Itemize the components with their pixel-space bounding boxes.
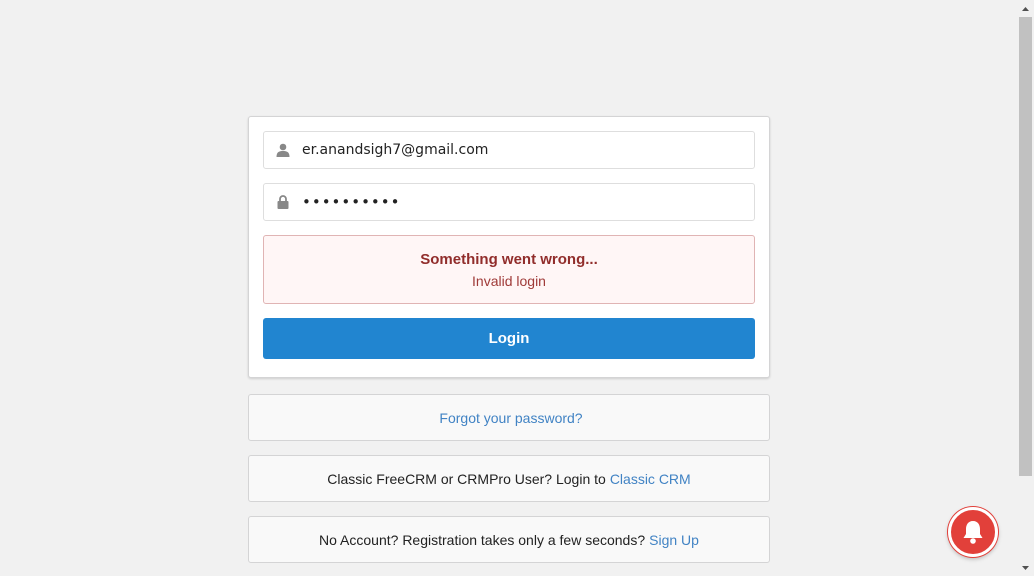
- classic-prompt: Classic FreeCRM or CRMPro User? Login to: [327, 470, 606, 487]
- bell-icon: [963, 521, 983, 544]
- notification-bell-button[interactable]: [948, 507, 998, 557]
- login-card: er.anandsigh7@gmail.com •••••••••• Somet…: [248, 116, 770, 378]
- scroll-down-arrow-icon[interactable]: [1017, 559, 1034, 576]
- email-field[interactable]: er.anandsigh7@gmail.com: [263, 131, 755, 169]
- password-value: ••••••••••: [302, 193, 401, 211]
- signup-link[interactable]: Sign Up: [649, 532, 699, 548]
- scroll-up-arrow-icon[interactable]: [1017, 0, 1034, 17]
- classic-crm-link[interactable]: Classic CRM: [610, 471, 691, 487]
- password-field[interactable]: ••••••••••: [263, 183, 755, 221]
- signup-segment: No Account? Registration takes only a fe…: [248, 516, 770, 563]
- vertical-scrollbar[interactable]: [1017, 0, 1034, 576]
- forgot-password-link[interactable]: Forgot your password?: [439, 410, 582, 426]
- scrollbar-thumb[interactable]: [1019, 17, 1032, 476]
- error-title: Something went wrong...: [420, 251, 598, 268]
- lock-icon: [264, 184, 302, 220]
- email-value: er.anandsigh7@gmail.com: [302, 142, 489, 158]
- error-message: Invalid login: [472, 273, 546, 289]
- signup-prompt: No Account? Registration takes only a fe…: [319, 531, 646, 548]
- user-icon: [264, 132, 302, 168]
- error-message-box: Something went wrong... Invalid login: [263, 235, 755, 304]
- classic-crm-segment: Classic FreeCRM or CRMPro User? Login to…: [248, 455, 770, 502]
- forgot-password-segment: Forgot your password?: [248, 394, 770, 441]
- login-button[interactable]: Login: [263, 318, 755, 359]
